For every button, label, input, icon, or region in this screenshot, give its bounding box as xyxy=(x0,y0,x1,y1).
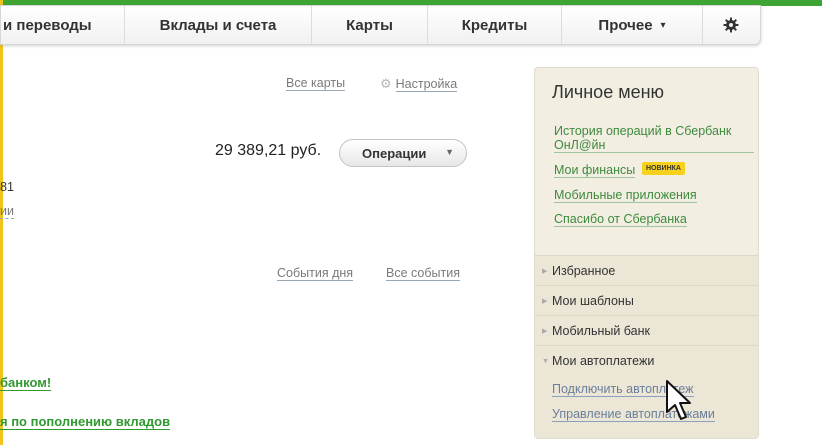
triangle-right-icon: ▶ xyxy=(542,267,548,275)
card-link-fragment[interactable]: ии xyxy=(0,204,14,219)
main-navigation: и переводы Вклады и счета Карты Кредиты … xyxy=(0,5,761,45)
tab-cards[interactable]: Карты xyxy=(311,6,427,44)
promo-link-sberbank[interactable]: банком! xyxy=(0,375,52,391)
section-autopayments[interactable]: ▼ Мои автоплатежи xyxy=(535,346,758,376)
triangle-right-icon: ▶ xyxy=(542,297,548,305)
tab-credits[interactable]: Кредиты xyxy=(427,6,561,44)
section-favorites-label: Избранное xyxy=(552,263,616,278)
tab-transfers-label: и переводы xyxy=(3,16,92,34)
operations-button[interactable]: Операции ▼ xyxy=(339,139,467,167)
section-mobile-bank[interactable]: ▶ Мобильный банк xyxy=(535,316,758,346)
mobile-apps-link[interactable]: Мобильные приложения xyxy=(554,188,697,203)
gear-icon: ⚙ xyxy=(380,76,392,91)
tab-cards-label: Карты xyxy=(346,16,393,34)
personal-menu-title: Личное меню xyxy=(552,82,665,102)
section-templates-label: Мои шаблоны xyxy=(552,293,634,308)
section-autopayments-label: Мои автоплатежи xyxy=(552,354,655,368)
all-events-link[interactable]: Все события xyxy=(386,266,460,281)
promo-link-deposits[interactable]: я по пополнению вкладов xyxy=(0,414,171,430)
all-cards-link[interactable]: Все карты xyxy=(286,76,346,91)
card-link-fragment-label: ии xyxy=(0,204,14,219)
card-number-fragment: 81 xyxy=(0,180,14,194)
chevron-down-icon: ▼ xyxy=(445,147,454,157)
personal-menu-panel: Личное меню История операций в Сбербанк … xyxy=(534,67,759,439)
gear-icon xyxy=(723,17,739,33)
my-finances-link[interactable]: Мои финансы xyxy=(554,163,636,178)
chevron-down-icon: ▾ xyxy=(660,19,666,31)
section-templates[interactable]: ▶ Мои шаблоны xyxy=(535,286,758,316)
tab-credits-label: Кредиты xyxy=(461,16,528,34)
card-balance: 29 389,21 руб. xyxy=(215,142,322,159)
hand-cursor-icon xyxy=(666,380,691,420)
tab-deposits-accounts[interactable]: Вклады и счета xyxy=(124,6,311,44)
cards-settings-link[interactable]: ⚙ Настройка xyxy=(380,76,458,92)
tab-other[interactable]: Прочее ▾ xyxy=(561,6,702,44)
settings-button[interactable] xyxy=(702,6,759,44)
operations-history-link[interactable]: История операций в Сбербанк ОнЛ@йн xyxy=(554,124,754,153)
cards-settings-label: Настройка xyxy=(395,76,458,92)
personal-menu-sections: ▶ Избранное ▶ Мои шаблоны ▶ Мобильный ба… xyxy=(535,255,758,438)
triangle-right-icon: ▶ xyxy=(542,327,548,335)
section-favorites[interactable]: ▶ Избранное xyxy=(535,256,758,286)
triangle-down-icon: ▼ xyxy=(542,357,549,365)
new-badge: НОВИНКА xyxy=(642,162,685,175)
tab-deposits-label: Вклады и счета xyxy=(159,16,277,34)
operations-button-label: Операции xyxy=(362,145,427,161)
day-events-link[interactable]: События дня xyxy=(277,266,354,281)
tab-transfers[interactable]: и переводы xyxy=(1,6,124,44)
spasibo-link[interactable]: Спасибо от Сбербанка xyxy=(554,212,687,227)
section-mobile-bank-label: Мобильный банк xyxy=(552,323,650,338)
tab-other-label: Прочее xyxy=(598,16,653,34)
